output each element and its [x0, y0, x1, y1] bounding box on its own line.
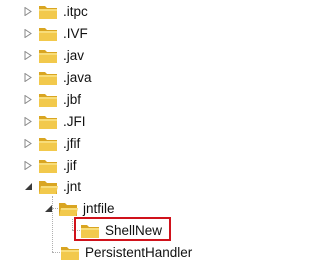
folder-open-icon	[38, 178, 58, 196]
folder-icon	[38, 157, 58, 175]
expand-arrow-icon[interactable]	[22, 66, 34, 89]
folder-icon	[38, 91, 58, 109]
tree-item-label: .jif	[63, 158, 77, 173]
folder-icon	[38, 47, 58, 65]
tree-item-jif[interactable]: .jif	[22, 154, 77, 177]
folder-icon	[38, 69, 58, 87]
tree-item-jnt[interactable]: .jnt	[22, 175, 81, 198]
tree-item-label: jntfile	[83, 201, 115, 216]
tree-item-label: .jbf	[63, 92, 82, 107]
expand-arrow-icon[interactable]	[22, 44, 34, 67]
folder-open-icon	[58, 200, 78, 218]
tree-item-label: .JFI	[63, 114, 86, 129]
expand-arrow-icon[interactable]	[22, 22, 34, 45]
folder-icon	[38, 25, 58, 43]
expand-arrow-icon[interactable]	[22, 132, 34, 155]
tree-item-label: ShellNew	[105, 223, 163, 238]
tree-item-label: .jav	[63, 48, 85, 63]
tree-item-label: .jfif	[63, 136, 81, 151]
folder-icon	[80, 222, 100, 240]
expand-arrow-icon[interactable]	[22, 88, 34, 111]
tree-item-java[interactable]: .java	[22, 66, 92, 89]
folder-icon	[38, 3, 58, 21]
tree-item-jav[interactable]: .jav	[22, 44, 84, 67]
folder-icon	[60, 244, 80, 262]
tree-item-shellnew[interactable]: ShellNew	[80, 219, 162, 242]
tree-item-label: PersistentHandler	[85, 245, 193, 260]
tree-item-jntfile[interactable]: jntfile	[42, 197, 115, 220]
expand-arrow-icon[interactable]	[22, 154, 34, 177]
folder-icon	[38, 113, 58, 131]
tree-item-label: .IVF	[63, 26, 88, 41]
expand-arrow-icon[interactable]	[22, 110, 34, 133]
tree-item-label: .itpc	[63, 4, 88, 19]
collapse-arrow-icon[interactable]	[42, 197, 54, 220]
tree-item-label: .jnt	[63, 179, 82, 194]
tree-item-jfif[interactable]: .jfif	[22, 132, 80, 155]
tree-item-jfi[interactable]: .JFI	[22, 110, 86, 133]
tree-item-itpc[interactable]: .itpc	[22, 0, 88, 23]
tree-item-ivf[interactable]: .IVF	[22, 22, 88, 45]
collapse-arrow-icon[interactable]	[22, 175, 34, 198]
registry-key-tree: .itpc .IVF .jav .java .jbf .JFI .jfif .j…	[0, 0, 284, 260]
tree-guide-line	[72, 230, 80, 231]
tree-item-persistenthandler[interactable]: PersistentHandler	[60, 241, 192, 264]
tree-guide-line	[72, 219, 73, 230]
tree-item-label: .java	[63, 70, 92, 85]
folder-icon	[38, 135, 58, 153]
expand-arrow-icon[interactable]	[22, 0, 34, 23]
tree-item-jbf[interactable]: .jbf	[22, 88, 81, 111]
